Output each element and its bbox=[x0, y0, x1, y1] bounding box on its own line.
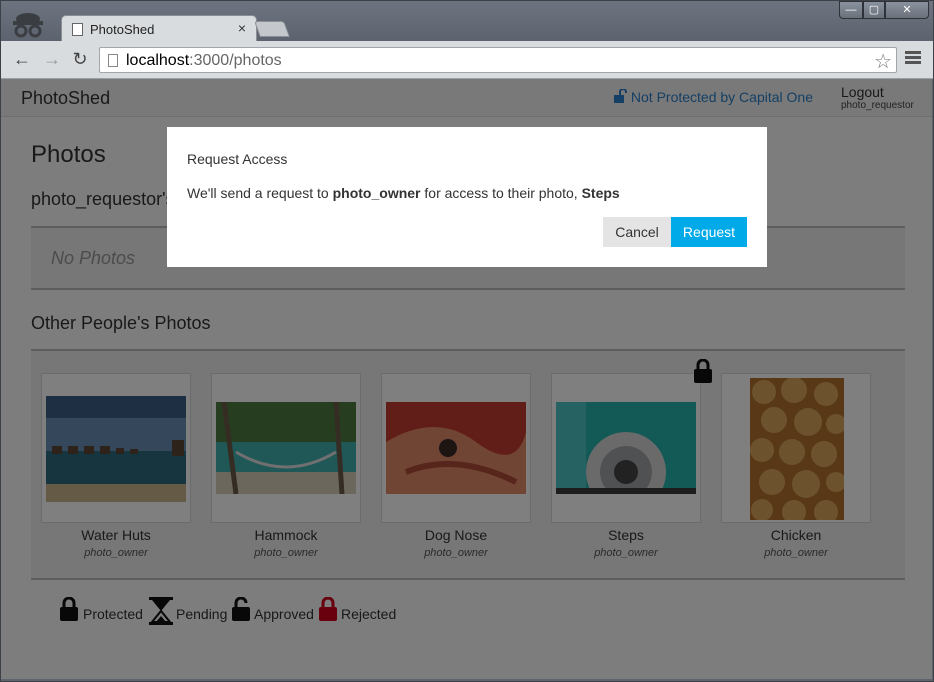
title-bar: PhotoShed × — ▢ ✕ bbox=[1, 1, 933, 43]
minimize-button[interactable]: — bbox=[839, 1, 863, 19]
tab-close-icon[interactable]: × bbox=[238, 20, 246, 36]
dialog-title: Request Access bbox=[187, 151, 288, 167]
reload-icon[interactable]: ↻ bbox=[69, 49, 91, 70]
message-text: We'll send a request to bbox=[187, 185, 333, 201]
incognito-icon bbox=[13, 13, 43, 38]
message-photo: Steps bbox=[581, 185, 620, 201]
url-text: localhost:3000/photos bbox=[126, 52, 282, 70]
tab-photoshed[interactable]: PhotoShed × bbox=[61, 15, 257, 43]
forward-arrow-icon[interactable]: → bbox=[41, 49, 63, 70]
request-access-dialog: Request Access We'll send a request to p… bbox=[167, 127, 767, 267]
menu-icon[interactable] bbox=[905, 51, 921, 65]
close-window-button[interactable]: ✕ bbox=[885, 1, 929, 19]
url-host: localhost bbox=[126, 52, 190, 69]
address-bar[interactable]: localhost:3000/photos ☆ bbox=[99, 47, 897, 73]
page-icon bbox=[108, 54, 118, 67]
new-tab-button[interactable] bbox=[254, 21, 290, 37]
message-text: for access to their photo, bbox=[420, 185, 582, 201]
tab-title: PhotoShed bbox=[90, 22, 155, 37]
page-icon bbox=[72, 23, 83, 36]
url-path: :3000/photos bbox=[189, 52, 282, 69]
cancel-button[interactable]: Cancel bbox=[603, 217, 671, 247]
message-owner: photo_owner bbox=[332, 185, 421, 201]
browser-toolbar: ← → ↻ localhost:3000/photos ☆ bbox=[1, 41, 933, 79]
bookmark-star-icon[interactable]: ☆ bbox=[874, 49, 892, 74]
request-button[interactable]: Request bbox=[671, 217, 747, 247]
dialog-message: We'll send a request to photo_owner for … bbox=[187, 185, 620, 201]
maximize-button[interactable]: ▢ bbox=[863, 1, 885, 19]
back-arrow-icon[interactable]: ← bbox=[11, 49, 33, 70]
